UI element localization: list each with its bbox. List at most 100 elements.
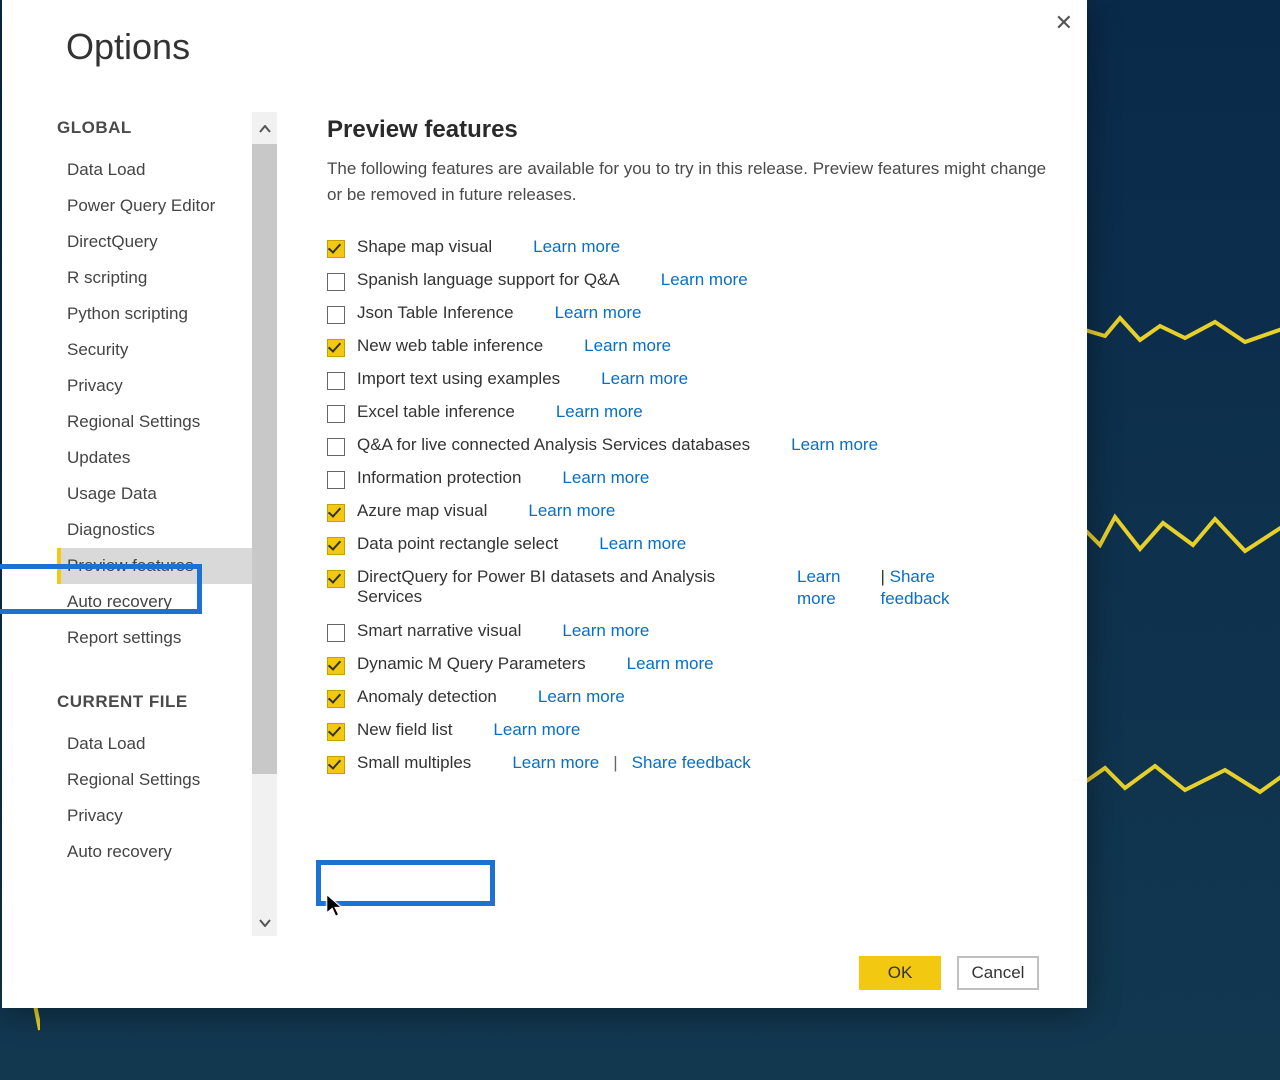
- feature-row: Azure map visual Learn more: [327, 495, 1047, 528]
- sidebar-item-power-query-editor[interactable]: Power Query Editor: [57, 188, 277, 224]
- options-sidebar: GLOBALData LoadPower Query EditorDirectQ…: [2, 112, 277, 938]
- sidebar-item-diagnostics[interactable]: Diagnostics: [57, 512, 277, 548]
- feature-label: Q&A for live connected Analysis Services…: [357, 435, 750, 455]
- learn-more-link[interactable]: Learn more: [599, 534, 686, 554]
- feature-row: DirectQuery for Power BI datasets and An…: [327, 561, 1047, 615]
- sidebar-item-r-scripting[interactable]: R scripting: [57, 260, 277, 296]
- sidebar-item-report-settings[interactable]: Report settings: [57, 620, 277, 656]
- feature-label: New field list: [357, 720, 452, 740]
- feature-checkbox[interactable]: [327, 504, 345, 522]
- sidebar-item-updates[interactable]: Updates: [57, 440, 277, 476]
- share-feedback-link[interactable]: feedback: [880, 589, 949, 609]
- sidebar-item-regional-settings[interactable]: Regional Settings: [57, 762, 277, 798]
- feature-checkbox[interactable]: [327, 570, 345, 588]
- feature-label: Dynamic M Query Parameters: [357, 654, 586, 674]
- feature-row: Data point rectangle select Learn more: [327, 528, 1047, 561]
- learn-more-link[interactable]: Learn more: [493, 720, 580, 740]
- feature-checkbox[interactable]: [327, 756, 345, 774]
- sidebar-section-header: CURRENT FILE: [57, 656, 277, 726]
- learn-more-link[interactable]: Learn more: [512, 753, 599, 773]
- sidebar-item-preview-features[interactable]: Preview features: [57, 548, 277, 584]
- learn-more-link[interactable]: Learn more: [584, 336, 671, 356]
- dialog-footer: OK Cancel: [2, 956, 1087, 990]
- sidebar-section-header: GLOBAL: [57, 112, 277, 152]
- feature-label: Import text using examples: [357, 369, 560, 389]
- sidebar-item-auto-recovery[interactable]: Auto recovery: [57, 584, 277, 620]
- feature-label: Information protection: [357, 468, 521, 488]
- feature-row: Anomaly detection Learn more: [327, 681, 1047, 714]
- learn-more-link[interactable]: Learn more: [791, 435, 878, 455]
- learn-more-link[interactable]: more: [797, 589, 840, 609]
- feature-label: Azure map visual: [357, 501, 487, 521]
- feature-label: Shape map visual: [357, 237, 492, 257]
- learn-more-link[interactable]: Learn more: [555, 303, 642, 323]
- learn-more-link[interactable]: Learn more: [533, 237, 620, 257]
- ok-button[interactable]: OK: [859, 956, 941, 990]
- feature-checkbox[interactable]: [327, 438, 345, 456]
- feature-checkbox[interactable]: [327, 306, 345, 324]
- feature-checkbox[interactable]: [327, 240, 345, 258]
- feature-label: Excel table inference: [357, 402, 515, 422]
- feature-label: Anomaly detection: [357, 687, 497, 707]
- sidebar-item-privacy[interactable]: Privacy: [57, 368, 277, 404]
- feature-label: Smart narrative visual: [357, 621, 521, 641]
- sidebar-item-data-load[interactable]: Data Load: [57, 152, 277, 188]
- learn-more-link[interactable]: Learn more: [528, 501, 615, 521]
- learn-more-link[interactable]: Learn more: [562, 468, 649, 488]
- feature-checkbox[interactable]: [327, 723, 345, 741]
- learn-more-link[interactable]: Learn more: [538, 687, 625, 707]
- share-feedback-link[interactable]: Share: [890, 567, 935, 586]
- options-main-panel: Preview features The following features …: [277, 112, 1087, 938]
- feature-label: Small multiples: [357, 753, 471, 773]
- learn-more-link[interactable]: Learn more: [601, 369, 688, 389]
- close-icon[interactable]: ✕: [1055, 10, 1073, 36]
- feature-checkbox[interactable]: [327, 273, 345, 291]
- feature-checkbox[interactable]: [327, 624, 345, 642]
- panel-description: The following features are available for…: [327, 156, 1047, 209]
- feature-label: Json Table Inference: [357, 303, 514, 323]
- feature-row: Dynamic M Query Parameters Learn more: [327, 648, 1047, 681]
- sidebar-scrollbar[interactable]: [252, 112, 277, 932]
- feature-row: Spanish language support for Q&A Learn m…: [327, 264, 1047, 297]
- learn-more-link[interactable]: Learn more: [627, 654, 714, 674]
- share-feedback-link[interactable]: Share feedback: [632, 753, 751, 773]
- learn-more-link[interactable]: Learn more: [661, 270, 748, 290]
- scrollbar-thumb[interactable]: [252, 144, 277, 774]
- sidebar-item-regional-settings[interactable]: Regional Settings: [57, 404, 277, 440]
- feature-label: Spanish language support for Q&A: [357, 270, 620, 290]
- sidebar-item-data-load[interactable]: Data Load: [57, 726, 277, 762]
- feature-label: New web table inference: [357, 336, 543, 356]
- sidebar-item-usage-data[interactable]: Usage Data: [57, 476, 277, 512]
- learn-more-link[interactable]: Learn more: [562, 621, 649, 641]
- sidebar-item-security[interactable]: Security: [57, 332, 277, 368]
- options-dialog: ✕ Options GLOBALData LoadPower Query Edi…: [2, 0, 1087, 1008]
- feature-checkbox[interactable]: [327, 471, 345, 489]
- feature-row: Json Table Inference Learn more: [327, 297, 1047, 330]
- link-separator: |: [613, 753, 617, 773]
- feature-row: Shape map visual Learn more: [327, 231, 1047, 264]
- feature-checkbox[interactable]: [327, 690, 345, 708]
- feature-checkbox[interactable]: [327, 657, 345, 675]
- panel-heading: Preview features: [327, 116, 1047, 144]
- scroll-down-icon[interactable]: [252, 910, 277, 936]
- feature-row: New web table inference Learn more: [327, 330, 1047, 363]
- sidebar-item-python-scripting[interactable]: Python scripting: [57, 296, 277, 332]
- feature-checkbox[interactable]: [327, 537, 345, 555]
- learn-more-link[interactable]: Learn more: [556, 402, 643, 422]
- sidebar-item-privacy[interactable]: Privacy: [57, 798, 277, 834]
- sidebar-item-auto-recovery[interactable]: Auto recovery: [57, 834, 277, 870]
- feature-row: Import text using examples Learn more: [327, 363, 1047, 396]
- feature-row: Information protection Learn more: [327, 462, 1047, 495]
- feature-checkbox[interactable]: [327, 339, 345, 357]
- cancel-button[interactable]: Cancel: [957, 956, 1039, 990]
- feature-checkbox[interactable]: [327, 372, 345, 390]
- feature-row: Smart narrative visual Learn more: [327, 615, 1047, 648]
- learn-more-link[interactable]: Learn: [797, 567, 840, 587]
- sidebar-item-directquery[interactable]: DirectQuery: [57, 224, 277, 260]
- scroll-up-icon[interactable]: [252, 116, 277, 142]
- feature-checkbox[interactable]: [327, 405, 345, 423]
- feature-row: Small multiples Learn more | Share feedb…: [327, 747, 1047, 780]
- feature-label: DirectQuery for Power BI datasets and An…: [357, 567, 757, 609]
- feature-row: Excel table inference Learn more: [327, 396, 1047, 429]
- feature-row: Q&A for live connected Analysis Services…: [327, 429, 1047, 462]
